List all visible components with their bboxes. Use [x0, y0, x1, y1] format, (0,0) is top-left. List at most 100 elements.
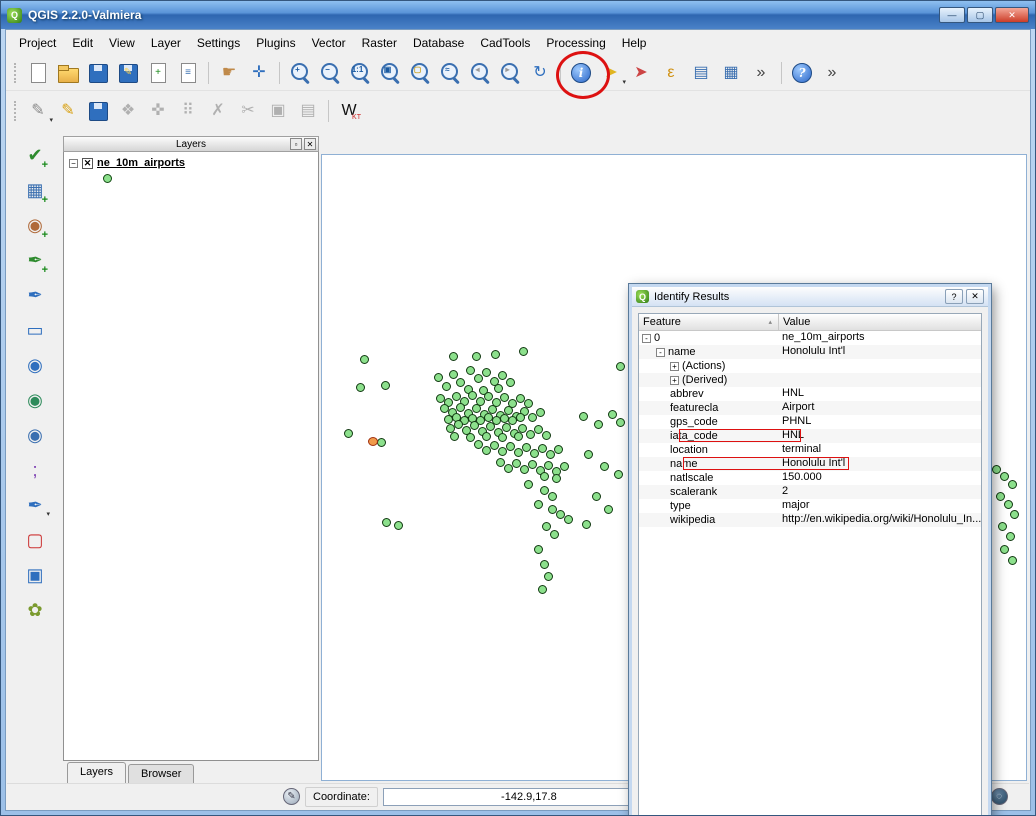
expand-icon[interactable]: + [670, 361, 679, 371]
crs-status-icon[interactable]: ◌ [990, 788, 1008, 805]
tab-layers[interactable]: Layers [67, 762, 127, 783]
column-value[interactable]: Value [779, 314, 981, 330]
toggle-editing-icon[interactable]: ✎ [55, 98, 81, 124]
airport-dot[interactable] [498, 433, 507, 442]
cut-features-icon[interactable]: ✂ [235, 98, 261, 124]
zoom-next-icon[interactable]: ▸ [497, 60, 523, 86]
select-features-icon[interactable]: ➤ ▾ [598, 60, 626, 87]
airport-dot[interactable] [616, 418, 625, 427]
minimize-button[interactable]: — [939, 7, 965, 23]
calculator-icon[interactable]: ▦ [718, 60, 744, 86]
airport-dot[interactable] [579, 412, 588, 421]
airport-dot[interactable] [491, 350, 500, 359]
airport-dot[interactable] [534, 500, 543, 509]
globe-green-icon[interactable]: ◉ [22, 387, 48, 413]
comma-tool-icon[interactable]: ; [22, 457, 48, 483]
airport-dot[interactable] [472, 352, 481, 361]
new-composer-icon[interactable]: + [145, 60, 171, 86]
cad-shape-tool-icon[interactable]: ▭ [22, 317, 48, 343]
airport-dot[interactable] [494, 384, 503, 393]
airport-dot[interactable] [482, 432, 491, 441]
refresh-icon[interactable]: ↻ [527, 60, 553, 86]
identify-row[interactable]: -0 ne_10m_airports [639, 331, 981, 345]
zoom-to-layer-icon[interactable]: ≈ [437, 60, 463, 86]
globe-edit-icon[interactable]: ◉ [22, 352, 48, 378]
wkt-tool-icon[interactable]: W KT [336, 98, 362, 124]
airport-dot[interactable] [434, 373, 443, 382]
airport-dot[interactable] [1008, 480, 1017, 489]
current-edits-icon[interactable]: ✎ ▾ [25, 98, 53, 124]
help-icon[interactable]: ? [789, 60, 815, 86]
airport-dot[interactable] [377, 438, 386, 447]
airport-dot[interactable] [998, 522, 1007, 531]
cad-feather-blue-icon[interactable]: ✒ [22, 282, 48, 308]
airport-dot[interactable] [540, 472, 549, 481]
identify-row[interactable]: + (Derived) [639, 373, 981, 387]
airport-dot[interactable] [449, 370, 458, 379]
airport-dot[interactable] [449, 352, 458, 361]
identify-row[interactable]: + (Actions) [639, 359, 981, 373]
airport-dot[interactable] [542, 522, 551, 531]
panel-close-icon[interactable]: ✕ [304, 138, 316, 150]
expand-icon[interactable]: + [670, 375, 679, 385]
cad-grid-tool-icon[interactable]: ▦ + [22, 177, 48, 206]
airport-dot[interactable] [360, 355, 369, 364]
toolbar-overflow-2-icon[interactable]: » [819, 60, 845, 86]
save-layer-edits-icon[interactable] [85, 98, 111, 124]
dialog-title-bar[interactable]: Q Identify Results ? ✕ [632, 287, 988, 307]
airport-dot[interactable] [604, 505, 613, 514]
airport-dot[interactable] [1010, 510, 1019, 519]
airport-dot[interactable] [514, 432, 523, 441]
airport-dot[interactable] [356, 383, 365, 392]
identify-row[interactable]: abbrev HNL [639, 387, 981, 401]
airport-dot[interactable] [1000, 472, 1009, 481]
airport-dot[interactable] [608, 410, 617, 419]
menu-edit[interactable]: Edit [65, 32, 100, 54]
menu-processing[interactable]: Processing [539, 32, 612, 54]
cad-point-tool-icon[interactable]: ✔ + [22, 142, 48, 171]
menu-view[interactable]: View [102, 32, 142, 54]
dialog-help-button[interactable]: ? [945, 289, 963, 304]
toolbar-overflow-icon[interactable]: » [748, 60, 774, 86]
node-tool-icon[interactable]: ⠿ [175, 98, 201, 124]
zoom-in-icon[interactable]: + [287, 60, 313, 86]
select-rect-blue-icon[interactable]: ▣ [22, 562, 48, 588]
coordinate-label[interactable]: Coordinate: [305, 786, 378, 807]
airport-dot[interactable] [382, 518, 391, 527]
airport-dot[interactable] [1006, 532, 1015, 541]
airport-dot[interactable] [542, 431, 551, 440]
airport-dot[interactable] [506, 378, 515, 387]
zoom-out-icon[interactable]: − [317, 60, 343, 86]
flower-tool-icon[interactable]: ✿ [22, 597, 48, 623]
airport-dot[interactable] [456, 378, 465, 387]
airport-dot[interactable] [381, 381, 390, 390]
airport-dot[interactable] [519, 347, 528, 356]
identify-row[interactable]: name Honolulu Int'l [639, 457, 981, 471]
paste-features-icon[interactable]: ▤ [295, 98, 321, 124]
touch-zoom-pan-icon[interactable]: ☛ [216, 60, 242, 86]
zoom-to-selection-icon[interactable]: ▢ [407, 60, 433, 86]
layer-visibility-checkbox[interactable]: ✕ [82, 157, 93, 169]
toolbar-grip[interactable] [14, 63, 18, 83]
zoom-native-icon[interactable]: 1:1 [347, 60, 373, 86]
airport-dot[interactable] [550, 530, 559, 539]
identify-row[interactable]: scalerank 2 [639, 485, 981, 499]
menu-cadtools[interactable]: CadTools [473, 32, 537, 54]
airport-dot[interactable] [552, 474, 561, 483]
identify-row[interactable]: iata_code HNL [639, 429, 981, 443]
airport-dot[interactable] [1000, 545, 1009, 554]
airport-dot[interactable] [1004, 500, 1013, 509]
new-project-icon[interactable] [25, 60, 51, 86]
toolbar-grip[interactable] [14, 100, 18, 121]
maximize-button[interactable]: ▢ [967, 7, 993, 23]
panel-float-icon[interactable]: ▫ [290, 138, 302, 150]
collapse-icon[interactable]: − [69, 158, 78, 168]
copy-features-icon[interactable]: ▣ [265, 98, 291, 124]
log-messages-icon[interactable]: ✎ [283, 788, 300, 805]
airport-dot[interactable] [996, 492, 1005, 501]
identify-row[interactable]: - name Honolulu Int'l [639, 345, 981, 359]
airport-dot[interactable] [592, 492, 601, 501]
airport-dot[interactable] [560, 462, 569, 471]
airport-dot[interactable] [554, 445, 563, 454]
airport-dot[interactable] [466, 433, 475, 442]
